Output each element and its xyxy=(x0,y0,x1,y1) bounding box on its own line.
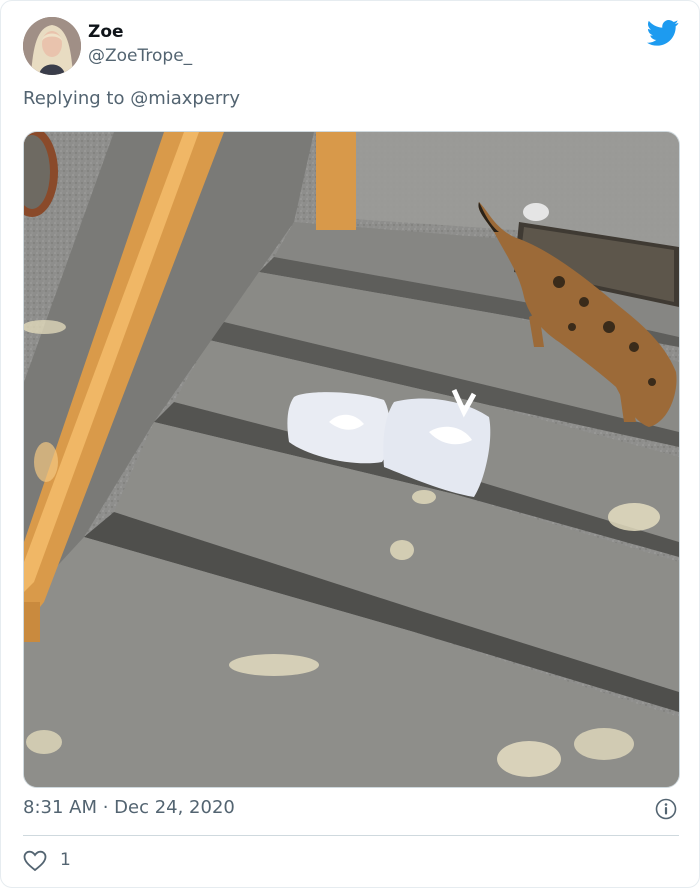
twitter-bird-icon[interactable] xyxy=(647,19,679,47)
author-handle[interactable]: @ZoeTrope_ xyxy=(88,46,192,66)
replying-to-line: Replying to @miaxperry xyxy=(23,88,240,109)
replying-mention-link[interactable]: @miaxperry xyxy=(130,88,240,109)
author-name[interactable]: Zoe xyxy=(88,22,124,42)
tweet-photo[interactable] xyxy=(23,131,680,788)
divider xyxy=(23,835,679,836)
like-count: 1 xyxy=(60,850,71,870)
tweet-timestamp[interactable]: 8:31 AM · Dec 24, 2020 xyxy=(23,797,235,818)
heart-icon[interactable] xyxy=(23,850,47,872)
info-icon[interactable] xyxy=(655,798,677,820)
avatar[interactable] xyxy=(23,17,81,75)
tweet-card: Zoe @ZoeTrope_ Replying to @miaxperry 8:… xyxy=(0,0,700,888)
replying-prefix: Replying to xyxy=(23,88,125,109)
